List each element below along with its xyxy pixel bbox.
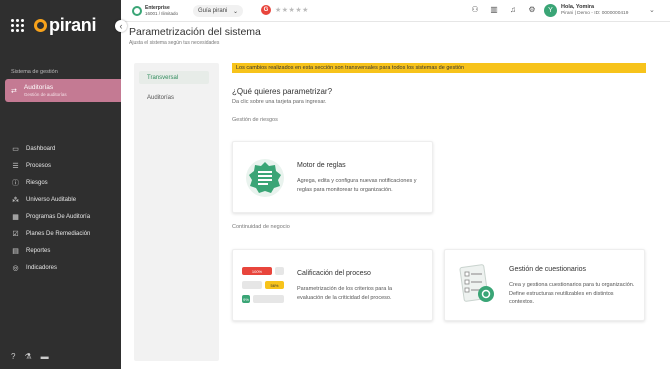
topbar-icons: ⚇ ▥ ♫ ⚙ <box>470 5 537 14</box>
sidebar-item-procesos[interactable]: ☰ Procesos <box>11 157 90 174</box>
user-detail: Pirani | Demo - ID: 0000000419 <box>561 11 629 16</box>
sidebar-item-label: Planes De Remediación <box>26 230 91 237</box>
book-icon[interactable]: ▥ <box>489 5 499 14</box>
main-content: Parametrización del sistema Ajusta el si… <box>121 22 670 369</box>
g2-icon: G <box>261 5 271 15</box>
sidebar-item-planes[interactable]: ☑ Planes De Remediación <box>11 225 90 242</box>
tab-auditorias[interactable]: Auditorías <box>139 91 209 104</box>
stars-icon: ★★★★★ <box>275 7 309 14</box>
enterprise-icon <box>132 6 142 16</box>
rating-widget[interactable]: G ★★★★★ <box>261 5 309 15</box>
question-title: ¿Qué quieres parametrizar? <box>232 87 333 96</box>
card-description: Parametrización de los criterios para la… <box>297 286 393 301</box>
sidebar-item-indicadores[interactable]: ◎ Indicadores <box>11 259 90 276</box>
monitor-icon: ▭ <box>12 145 19 153</box>
sidebar-item-dashboard[interactable]: ▭ Dashboard <box>11 140 90 157</box>
bar-bg <box>275 267 284 275</box>
bar-bg <box>253 295 284 303</box>
bell-icon[interactable]: ♫ <box>508 5 518 14</box>
sidebar-item-riesgos[interactable]: ⓘ Riesgos <box>11 174 90 191</box>
card-motor-de-reglas[interactable]: Motor de reglas Agrega, edita y configur… <box>232 141 433 213</box>
guide-dropdown[interactable]: Guía pirani ⌄ <box>193 5 243 17</box>
sidebar-item-label: Reportes <box>26 247 51 254</box>
report-icon: ▤ <box>12 247 19 255</box>
bar-medium: 56% <box>265 281 284 289</box>
avatar[interactable]: Y <box>544 4 557 17</box>
question-subtitle: Da clic sobre una tarjeta para ingresar. <box>232 99 327 105</box>
card-title: Motor de reglas <box>297 162 346 169</box>
sidebar-item-label: Procesos <box>26 162 52 169</box>
nodes-icon: ⁂ <box>12 196 19 204</box>
card-title: Calificación del proceso <box>297 270 371 277</box>
tab-transversal[interactable]: Transversal <box>139 71 209 84</box>
bar-low: 9% <box>242 295 250 303</box>
sidebar-item-universo[interactable]: ⁂ Universo Auditable <box>11 191 90 208</box>
section-label-riesgos: Gestión de riesgos <box>232 117 278 123</box>
list-icon: ☰ <box>12 162 19 170</box>
sidebar-item-programas[interactable]: ▦ Programas De Auditoría <box>11 208 90 225</box>
card-icon[interactable]: ▬ <box>41 352 49 361</box>
sidebar-footer: ? ⚗ ▬ <box>11 352 49 361</box>
page-subtitle: Ajusta el sistema según tus necesidades <box>129 40 220 46</box>
sidebar-item-auditorias[interactable]: ⇄ Auditorías Gestión de auditorías <box>5 79 126 102</box>
user-menu-chevron-icon[interactable]: ⌄ <box>649 6 655 14</box>
bar-bg <box>242 281 262 289</box>
sidebar-nav: ▭ Dashboard ☰ Procesos ⓘ Riesgos ⁂ Universo … <box>11 140 90 276</box>
users-icon[interactable]: ⚇ <box>470 5 480 14</box>
gear-illustration-icon <box>246 159 284 197</box>
sidebar-item-label: Universo Auditable <box>26 196 77 203</box>
collapse-sidebar-button[interactable]: ‹ <box>115 20 127 32</box>
card-description: Crea y gestiona cuestionarios para tu or… <box>509 282 635 305</box>
sidebar-item-label: Riesgos <box>26 179 48 186</box>
chevron-down-icon: ⌄ <box>232 8 238 15</box>
section-label-continuidad: Continuidad de negocio <box>232 224 290 230</box>
card-gestion-cuestionarios[interactable]: Gestión de cuestionarios Crea y gestiona… <box>444 249 645 321</box>
card-calificacion-proceso[interactable]: 100% 56% 9% Calificación del proceso Par… <box>232 249 433 321</box>
user-greeting: Hola, Yomira <box>561 4 595 10</box>
card-description: Agrega, edita y configura nuevas notific… <box>297 178 417 193</box>
gear-icon[interactable]: ⚙ <box>527 5 537 14</box>
page-title: Parametrización del sistema <box>129 26 261 38</box>
target-icon: ◎ <box>12 264 19 272</box>
tabs-panel: Transversal Auditorías <box>134 63 219 361</box>
card-title: Gestión de cuestionarios <box>509 266 587 273</box>
check-square-icon: ☑ <box>12 230 19 238</box>
audit-icon: ⇄ <box>11 87 17 95</box>
plan-subtitle: 16001 / Ilimitado <box>145 11 179 16</box>
sidebar-item-reportes[interactable]: ▤ Reportes <box>11 242 90 259</box>
logo-text: pirani <box>49 15 97 35</box>
logo[interactable]: pirani <box>11 15 97 36</box>
guide-label: Guía pirani <box>198 8 228 14</box>
active-item-title: Auditorías <box>23 84 54 91</box>
help-icon[interactable]: ? <box>11 352 15 361</box>
questionnaire-illustration-icon <box>459 264 494 302</box>
active-item-subtitle: Gestión de auditorías <box>23 92 67 97</box>
topbar: Enterprise 16001 / Ilimitado Guía pirani… <box>121 0 670 22</box>
bar-high: 100% <box>242 267 272 275</box>
sidebar-item-label: Programas De Auditoría <box>26 213 91 220</box>
logo-mark-icon <box>34 19 47 32</box>
calendar-icon: ▦ <box>12 213 19 221</box>
sidebar-item-label: Dashboard <box>26 145 56 152</box>
alert-icon: ⓘ <box>12 179 19 187</box>
apps-grid-icon[interactable] <box>11 19 24 32</box>
sidebar-item-label: Indicadores <box>26 264 58 271</box>
sidebar: pirani Sistema de gestión ⇄ Auditorías G… <box>0 0 126 369</box>
flask-icon[interactable]: ⚗ <box>24 352 31 361</box>
sidebar-section-label: Sistema de gestión <box>11 69 58 75</box>
info-banner: Los cambios realizados en esta sección s… <box>232 63 646 73</box>
